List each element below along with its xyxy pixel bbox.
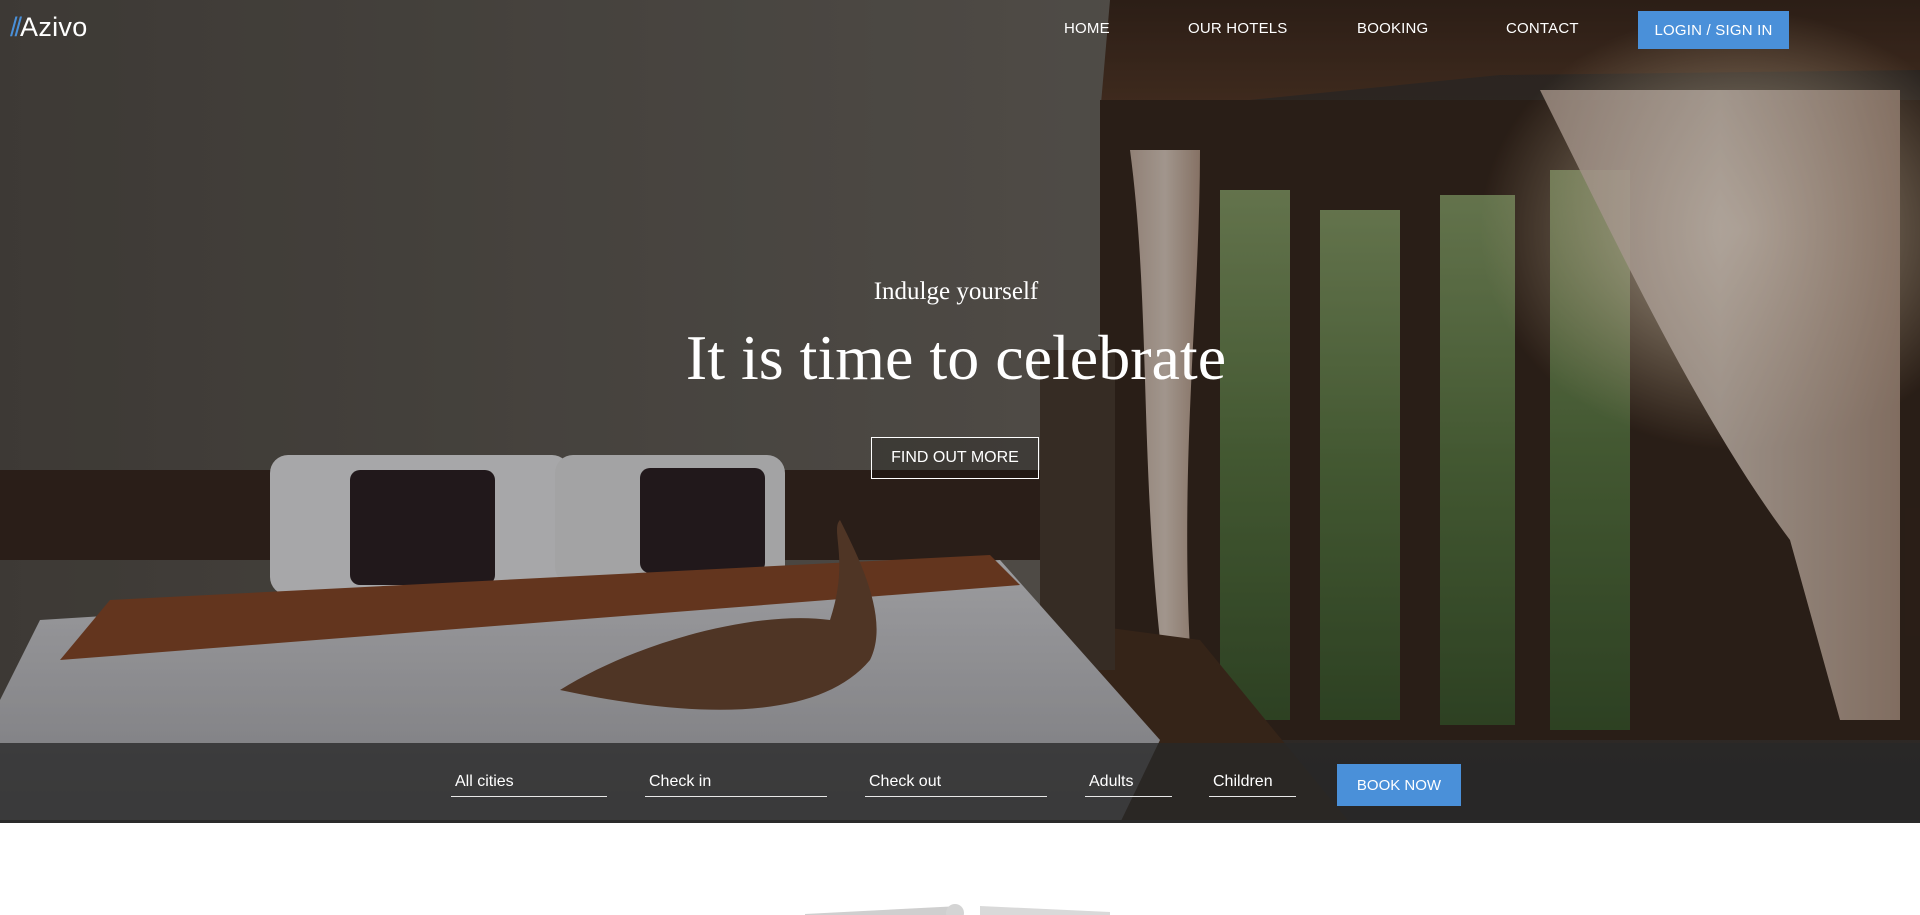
- hero-eyebrow: Indulge yourself: [873, 278, 1039, 305]
- children-field[interactable]: Children: [1209, 773, 1296, 797]
- hero-section: //Azivo HOME OUR HOTELS BOOKING CONTACT …: [0, 0, 1920, 823]
- login-signin-button[interactable]: LOGIN / SIGN IN: [1638, 11, 1789, 49]
- content-section: [0, 826, 1920, 915]
- find-out-more-button[interactable]: FIND OUT MORE: [871, 437, 1039, 479]
- page: //Azivo HOME OUR HOTELS BOOKING CONTACT …: [0, 0, 1920, 915]
- nav-contact[interactable]: CONTACT: [1506, 20, 1579, 37]
- nav-booking[interactable]: BOOKING: [1357, 20, 1428, 37]
- city-select[interactable]: All cities: [451, 773, 607, 797]
- book-now-button[interactable]: BOOK NOW: [1337, 764, 1461, 806]
- hero-overlay: [0, 0, 1920, 823]
- brand-logo[interactable]: //Azivo: [10, 12, 88, 43]
- logo-slashes: //: [10, 12, 22, 42]
- check-out-field[interactable]: Check out: [865, 773, 1047, 797]
- adults-field[interactable]: Adults: [1085, 773, 1172, 797]
- brand-name: Azivo: [20, 12, 88, 42]
- nav-home[interactable]: HOME: [1064, 20, 1110, 37]
- nav-our-hotels[interactable]: OUR HOTELS: [1188, 20, 1288, 37]
- section-decor-image: [805, 904, 1110, 915]
- check-in-field[interactable]: Check in: [645, 773, 827, 797]
- hero-bottom-edge: [0, 820, 1920, 823]
- hero-headline: It is time to celebrate: [685, 322, 1227, 393]
- booking-bar: All cities Check in Check out Adults Chi…: [0, 743, 1920, 823]
